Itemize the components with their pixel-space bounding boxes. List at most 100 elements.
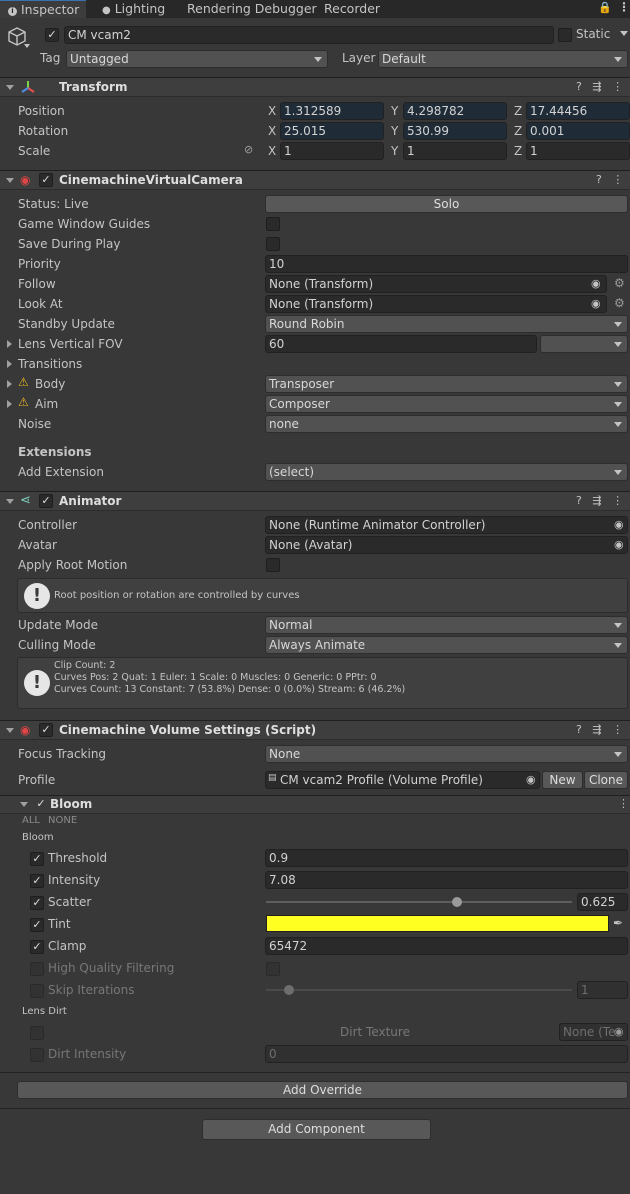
axis-z-label[interactable]: Z bbox=[514, 122, 522, 140]
presets-icon[interactable]: ⇶ bbox=[592, 723, 601, 736]
presets-icon[interactable]: ⇶ bbox=[592, 494, 601, 507]
all-toggle[interactable]: ALL bbox=[22, 815, 40, 826]
icon-dropdown-arrow[interactable] bbox=[24, 44, 30, 48]
bloom-header[interactable]: ✓ Bloom ⋮ bbox=[0, 795, 630, 814]
rotation-x-field[interactable]: 25.015 bbox=[280, 122, 384, 140]
scale-y-field[interactable]: 1 bbox=[403, 142, 507, 160]
static-dropdown-arrow[interactable] bbox=[620, 31, 628, 36]
solo-button[interactable]: Solo bbox=[265, 195, 628, 213]
clone-profile-button[interactable]: Clone bbox=[584, 771, 628, 789]
presets-icon[interactable]: ⇶ bbox=[592, 80, 601, 93]
foldout-arrow-icon[interactable] bbox=[7, 380, 12, 388]
lens-vertical-fov-field[interactable]: 60 bbox=[265, 335, 537, 353]
axis-y-label[interactable]: Y bbox=[391, 122, 398, 140]
tab-inspector[interactable]: i Inspector bbox=[0, 0, 86, 18]
object-picker-icon[interactable]: ◉ bbox=[591, 297, 601, 310]
axis-x-label[interactable]: X bbox=[268, 142, 276, 160]
lock-icon[interactable]: 🔒 bbox=[598, 1, 612, 14]
tab-rendering-debugger[interactable]: Rendering Debugger bbox=[187, 0, 317, 18]
axis-x-label[interactable]: X bbox=[268, 122, 276, 140]
axis-z-label[interactable]: Z bbox=[514, 142, 522, 160]
kebab-menu-icon[interactable]: ⋮ bbox=[612, 80, 623, 93]
threshold-override-checkbox[interactable]: ✓ bbox=[30, 852, 44, 866]
bloom-override-checkbox[interactable]: ✓ bbox=[34, 798, 48, 812]
object-picker-icon[interactable]: ◉ bbox=[526, 773, 536, 786]
tag-dropdown[interactable]: Untagged bbox=[66, 50, 328, 68]
game-window-guides-checkbox[interactable] bbox=[266, 217, 280, 231]
object-picker-icon[interactable]: ◉ bbox=[614, 518, 624, 531]
foldout-arrow-icon[interactable] bbox=[6, 499, 14, 504]
add-override-button[interactable]: Add Override bbox=[17, 1081, 628, 1099]
scatter-slider-handle[interactable] bbox=[452, 897, 463, 907]
skip-iterations-override-checkbox[interactable] bbox=[30, 984, 44, 998]
rotation-z-field[interactable]: 0.001 bbox=[526, 122, 630, 140]
skip-iterations-field[interactable]: 1 bbox=[577, 981, 628, 999]
aim-label[interactable]: Aim bbox=[35, 394, 58, 414]
help-icon[interactable]: ? bbox=[576, 494, 582, 507]
foldout-arrow-icon[interactable] bbox=[7, 400, 12, 408]
rotation-y-field[interactable]: 530.99 bbox=[403, 122, 507, 140]
clamp-override-checkbox[interactable]: ✓ bbox=[30, 940, 44, 954]
help-icon[interactable]: ? bbox=[576, 80, 582, 93]
add-extension-dropdown[interactable]: (select) bbox=[265, 463, 628, 481]
help-icon[interactable]: ? bbox=[596, 173, 602, 186]
clamp-field[interactable]: 65472 bbox=[265, 937, 628, 955]
active-checkbox[interactable]: ✓ bbox=[45, 28, 59, 42]
tint-color-field[interactable] bbox=[266, 915, 609, 932]
save-during-play-checkbox[interactable] bbox=[266, 237, 280, 251]
lens-vertical-fov-label[interactable]: Lens Vertical FOV bbox=[18, 334, 123, 354]
foldout-arrow-icon[interactable] bbox=[6, 728, 14, 733]
axis-x-label[interactable]: X bbox=[268, 102, 276, 120]
foldout-arrow-icon[interactable] bbox=[7, 340, 12, 348]
foldout-arrow-icon[interactable] bbox=[20, 802, 28, 807]
axis-z-label[interactable]: Z bbox=[514, 102, 522, 120]
none-toggle[interactable]: NONE bbox=[48, 815, 77, 826]
look-at-object-field[interactable]: None (Transform) bbox=[265, 295, 607, 313]
standby-update-dropdown[interactable]: Round Robin bbox=[265, 315, 628, 333]
foldout-arrow-icon[interactable] bbox=[6, 178, 14, 183]
scatter-override-checkbox[interactable]: ✓ bbox=[30, 896, 44, 910]
gear-icon[interactable]: ⚙ bbox=[614, 296, 625, 310]
aim-dropdown[interactable]: Composer bbox=[265, 395, 628, 413]
position-y-field[interactable]: 4.298782 bbox=[403, 102, 507, 120]
animator-header[interactable]: ⋖ ✓ Animator ? ⇶ ⋮ bbox=[0, 491, 630, 511]
culling-mode-dropdown[interactable]: Always Animate bbox=[265, 636, 628, 654]
dirt-intensity-override-checkbox[interactable] bbox=[30, 1048, 44, 1062]
skip-iterations-slider-track[interactable] bbox=[266, 989, 572, 991]
follow-object-field[interactable]: None (Transform) bbox=[265, 275, 607, 293]
component-enabled-checkbox[interactable]: ✓ bbox=[39, 494, 53, 508]
scale-x-field[interactable]: 1 bbox=[280, 142, 384, 160]
scatter-slider-track[interactable] bbox=[266, 901, 572, 903]
constrain-proportions-icon[interactable]: ⊘ bbox=[244, 143, 253, 156]
vcam-header[interactable]: ◉ ✓ CinemachineVirtualCamera ? ⋮ bbox=[0, 170, 630, 190]
intensity-override-checkbox[interactable]: ✓ bbox=[30, 874, 44, 888]
dirt-intensity-field[interactable]: 0 bbox=[265, 1045, 628, 1063]
intensity-field[interactable]: 7.08 bbox=[265, 871, 628, 889]
focus-tracking-dropdown[interactable]: None bbox=[265, 745, 628, 763]
dirt-texture-override-checkbox[interactable] bbox=[30, 1026, 44, 1040]
component-enabled-checkbox[interactable]: ✓ bbox=[39, 723, 53, 737]
position-x-field[interactable]: 1.312589 bbox=[280, 102, 384, 120]
static-checkbox[interactable] bbox=[558, 28, 572, 42]
noise-dropdown[interactable]: none bbox=[265, 415, 628, 433]
gear-icon[interactable]: ⚙ bbox=[614, 276, 625, 290]
tab-lighting[interactable]: ● Lighting bbox=[100, 0, 165, 18]
axis-y-label[interactable]: Y bbox=[391, 102, 398, 120]
new-profile-button[interactable]: New bbox=[542, 771, 583, 789]
component-enabled-checkbox[interactable]: ✓ bbox=[39, 173, 53, 187]
skip-iterations-slider-handle[interactable] bbox=[284, 985, 294, 995]
scatter-field[interactable]: 0.625 bbox=[577, 893, 628, 911]
help-icon[interactable]: ? bbox=[576, 723, 582, 736]
avatar-object-field[interactable]: None (Avatar) bbox=[265, 536, 628, 554]
priority-field[interactable]: 10 bbox=[265, 255, 628, 273]
kebab-menu-icon[interactable]: ⋮ bbox=[618, 0, 630, 14]
apply-root-motion-checkbox[interactable] bbox=[266, 558, 280, 572]
gameobject-name-input[interactable]: CM vcam2 bbox=[64, 26, 554, 44]
scale-z-field[interactable]: 1 bbox=[526, 142, 630, 160]
object-picker-icon[interactable]: ◉ bbox=[614, 538, 624, 551]
hq-filtering-override-checkbox[interactable] bbox=[30, 962, 44, 976]
kebab-menu-icon[interactable]: ⋮ bbox=[618, 797, 629, 810]
body-dropdown[interactable]: Transposer bbox=[265, 375, 628, 393]
controller-object-field[interactable]: None (Runtime Animator Controller) bbox=[265, 516, 628, 534]
transform-header[interactable]: Transform ? ⇶ ⋮ bbox=[0, 77, 630, 97]
